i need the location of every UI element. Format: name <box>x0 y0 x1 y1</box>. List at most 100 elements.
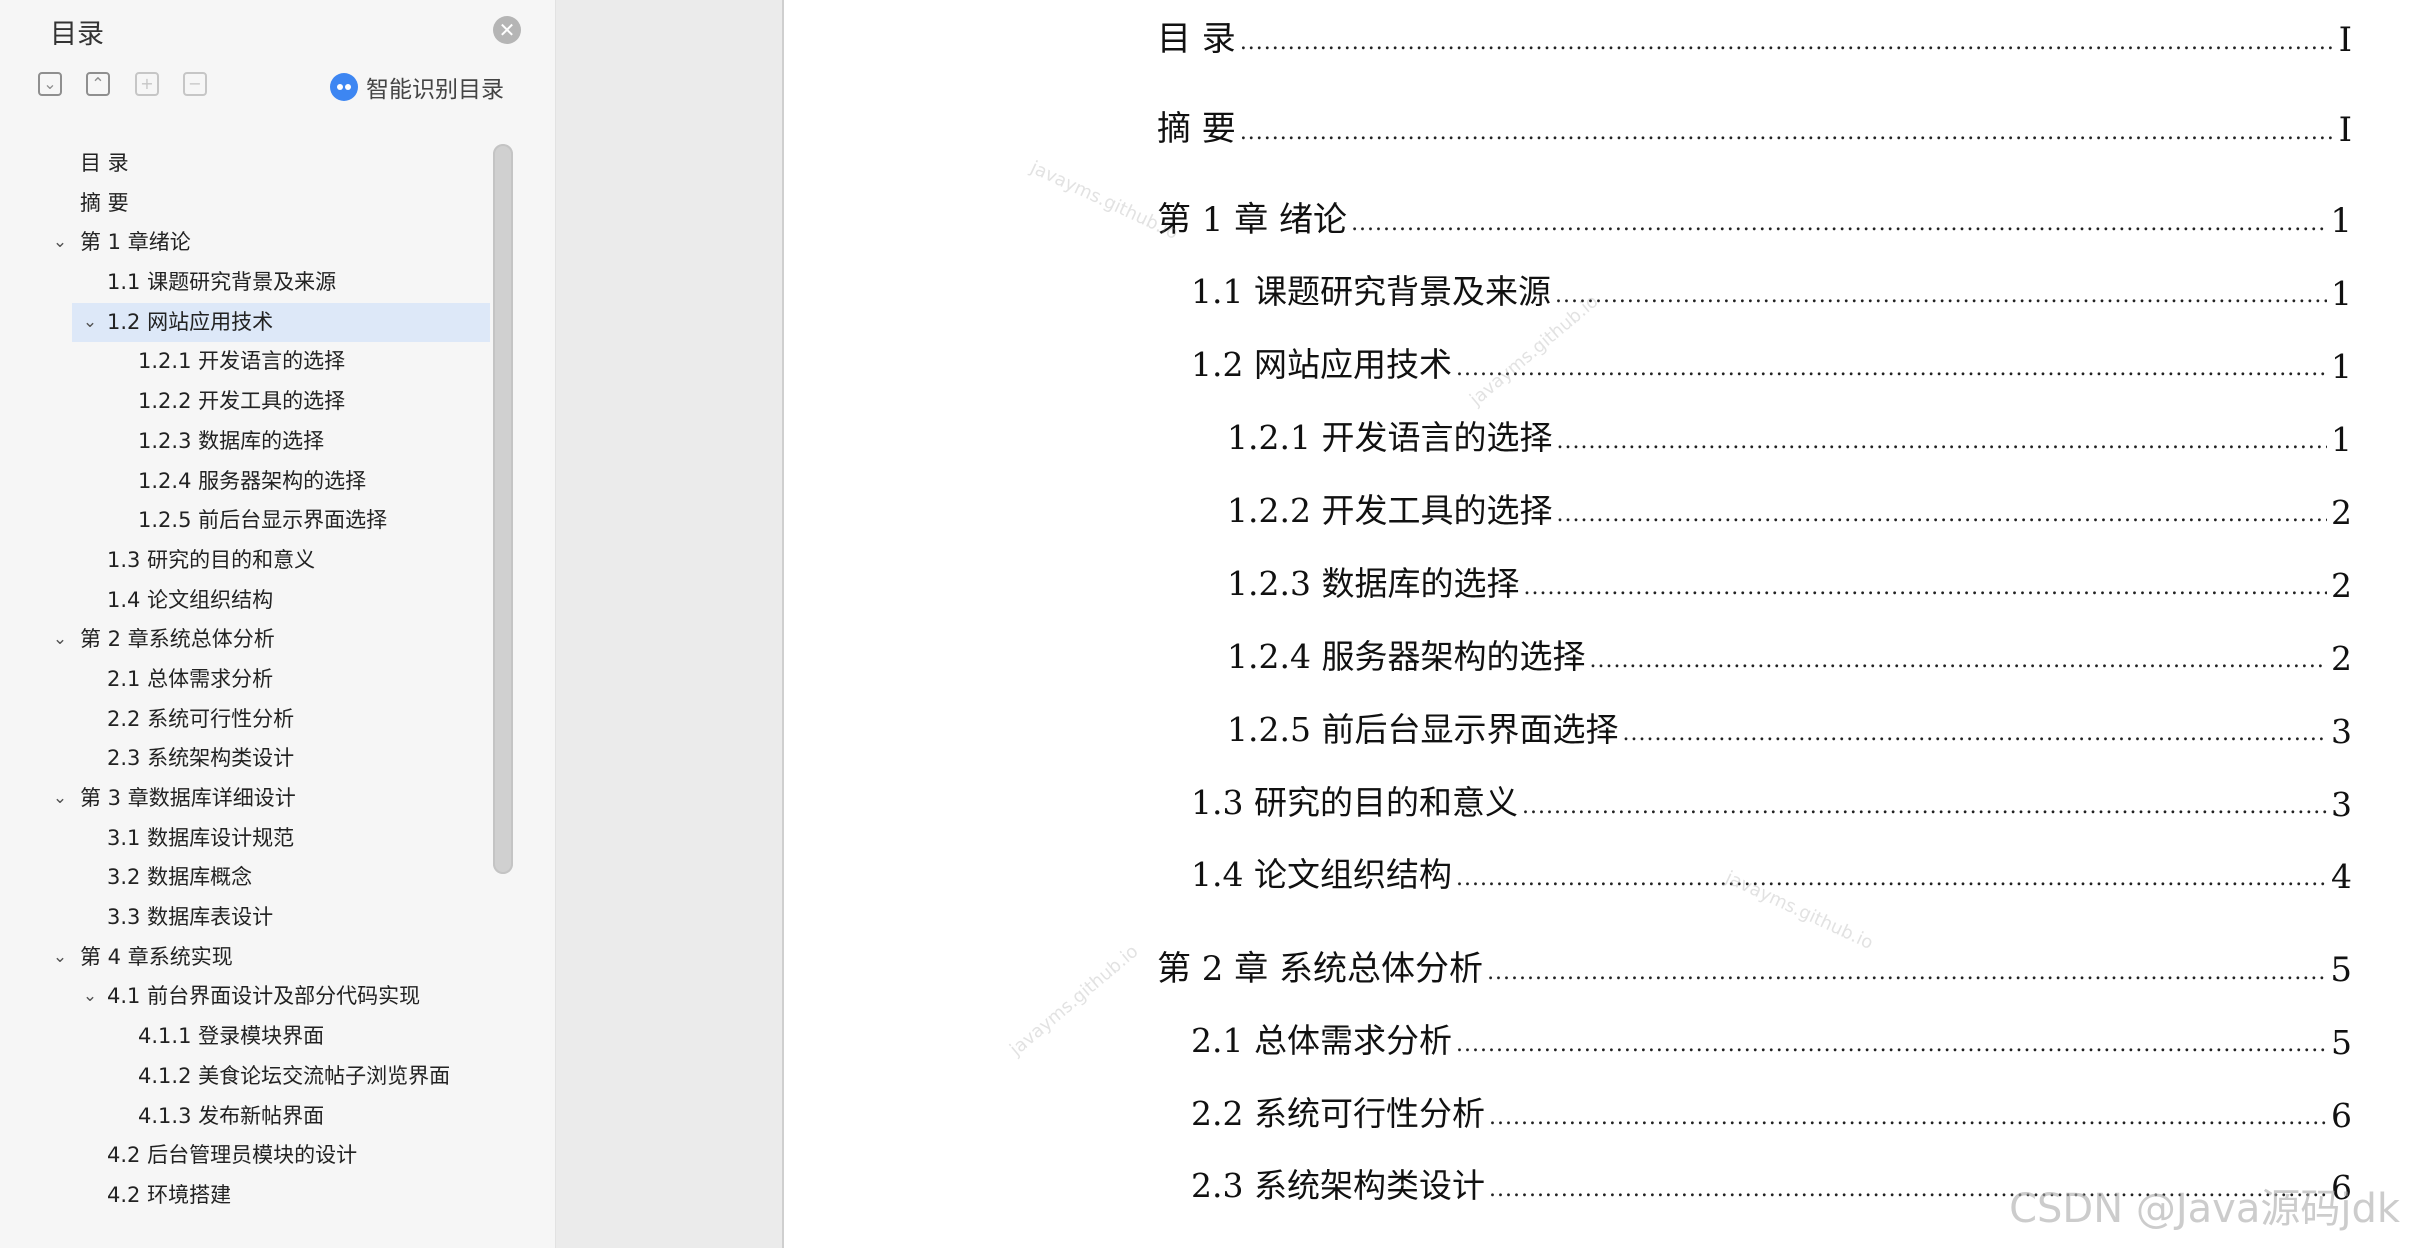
toc-entry-page: 2 <box>2331 493 2352 532</box>
toc-tree-item[interactable]: 3.3 数据库表设计 <box>0 898 500 938</box>
toc-entry: 1.2.4 服务器架构的选择..........................… <box>1227 630 2352 678</box>
toc-tree-item[interactable]: ⌄ 4.1 前台界面设计及部分代码实现 <box>0 977 500 1017</box>
chevron-down-icon[interactable]: ⌄ <box>50 779 70 819</box>
toc-entry-title: 2.2 系统可行性分析 <box>1191 1094 1485 1133</box>
collapse-all-icon[interactable]: ⌃ <box>86 72 110 96</box>
toc-item-label: 4.2 环境搭建 <box>107 1182 232 1207</box>
toc-item-label: 4.1.3 发布新帖界面 <box>138 1103 325 1128</box>
add-item-icon[interactable]: + <box>135 72 159 96</box>
toc-entry: 1.2.5 前后台显示界面选择.........................… <box>1227 703 2352 751</box>
toc-item-label: 4.1.1 登录模块界面 <box>138 1024 325 1049</box>
toc-item-label: 4.1.2 美食论坛交流帖子浏览界面 <box>138 1063 451 1088</box>
toc-entry-title: 第 2 章 系统总体分析 <box>1157 949 1484 989</box>
toc-tree-item[interactable]: ⌄ 第 4 章系统实现 <box>0 938 500 978</box>
toc-tree-item[interactable]: 3.1 数据库设计规范 <box>0 819 500 859</box>
toc-entry-page: 4 <box>2331 857 2352 896</box>
toc-scrollbar-thumb[interactable] <box>493 144 513 874</box>
expand-all-icon[interactable]: ⌄ <box>38 72 62 96</box>
remove-item-icon[interactable]: − <box>183 72 207 96</box>
toc-entry-title: 1.4 论文组织结构 <box>1191 855 1452 894</box>
toc-tree-item[interactable]: 4.1.3 发布新帖界面 <box>0 1097 500 1137</box>
dot-leader: ........................................… <box>1554 285 2327 308</box>
toc-entry-page: 1 <box>2331 347 2352 386</box>
toc-entry: 1.2.1 开发语言的选择...........................… <box>1227 411 2352 459</box>
toc-tree-item[interactable]: 1.4 论文组织结构 <box>0 581 500 621</box>
toc-tree-item[interactable]: 1.2.3 数据库的选择 <box>0 422 500 462</box>
smart-toc-label: 智能识别目录 <box>366 77 504 103</box>
toc-entry: 第 1 章 绪论................................… <box>1157 193 2352 241</box>
toc-entry-page: 3 <box>2331 785 2352 824</box>
toc-item-label: 目 录 <box>80 151 129 175</box>
dot-leader: ........................................… <box>1239 32 2335 55</box>
toc-tree: 目 录摘 要 ⌄ 第 1 章绪论 1.1 课题研究背景及来源 ⌄ 1.2 网站应用技术 1.… <box>0 144 500 1216</box>
dot-leader: ........................................… <box>1589 650 2327 673</box>
toc-entry: 1.2 网站应用技术..............................… <box>1191 338 2352 386</box>
toc-tree-item[interactable]: 1.2.2 开发工具的选择 <box>0 382 500 422</box>
toc-entry-page: 1 <box>2331 420 2352 459</box>
toc-item-label: 4.2 后台管理员模块的设计 <box>107 1143 358 1168</box>
toc-item-label: 2.2 系统可行性分析 <box>107 706 295 731</box>
dot-leader: ........................................… <box>1487 962 2327 985</box>
dot-leader: ........................................… <box>1488 1107 2327 1130</box>
toc-panel-title: 目录 <box>50 19 104 50</box>
document-page: 目 录.....................................… <box>782 0 2420 1248</box>
toc-item-label: 1.2.4 服务器架构的选择 <box>138 468 367 493</box>
toc-tree-item[interactable]: 2.3 系统架构类设计 <box>0 739 500 779</box>
toc-entry: 目 录.....................................… <box>1157 12 2352 60</box>
toc-entry-page: 5 <box>2331 1023 2352 1062</box>
toc-tree-item[interactable]: 4.1.2 美食论坛交流帖子浏览界面 <box>0 1057 500 1097</box>
chevron-down-icon[interactable]: ⌄ <box>50 938 70 978</box>
toc-item-label: 3.3 数据库表设计 <box>107 905 274 930</box>
toc-tree-item[interactable]: 目 录 <box>0 144 500 184</box>
document-viewport[interactable]: 目 录.....................................… <box>556 0 2420 1248</box>
toc-item-label: 1.2.3 数据库的选择 <box>138 428 325 453</box>
toc-tree-item[interactable]: 1.2.4 服务器架构的选择 <box>0 462 500 502</box>
dot-leader: ........................................… <box>1521 796 2327 819</box>
dot-leader: ........................................… <box>1455 358 2327 381</box>
toc-tree-item[interactable]: 1.1 课题研究背景及来源 <box>0 263 500 303</box>
toc-tree-item[interactable]: ⌄ 第 3 章数据库详细设计 <box>0 779 500 819</box>
toc-item-label: 1.2 网站应用技术 <box>107 309 274 334</box>
toc-entry-page: I <box>2338 20 2352 60</box>
toc-tree-item[interactable]: 4.2 后台管理员模块的设计 <box>0 1136 500 1176</box>
chevron-down-icon[interactable]: ⌄ <box>80 977 100 1017</box>
chevron-down-icon[interactable]: ⌄ <box>80 303 100 343</box>
toc-tree-item[interactable]: 1.2.5 前后台显示界面选择 <box>0 501 500 541</box>
toc-entry: 2.1 总体需求分析..............................… <box>1191 1014 2352 1062</box>
toc-tree-item[interactable]: 摘 要 <box>0 184 500 224</box>
csdn-watermark: CSDN @Java源码jdk <box>2009 1186 2400 1232</box>
dot-leader: ........................................… <box>1239 122 2335 145</box>
toc-entry-title: 摘 要 <box>1157 109 1236 149</box>
toc-entry-page: 5 <box>2330 950 2352 990</box>
close-icon[interactable]: ✕ <box>493 16 521 44</box>
dot-leader: ........................................… <box>1351 213 2327 236</box>
smart-toc-button[interactable]: 智能识别目录 <box>330 70 504 104</box>
toc-item-label: 3.2 数据库概念 <box>107 865 253 890</box>
toc-entry-title: 目 录 <box>1157 19 1236 59</box>
toc-tree-item[interactable]: ⌄ 第 1 章绪论 <box>0 223 500 263</box>
watermark-text: javayms.github.io <box>1006 940 1143 1061</box>
toc-entry: 第 2 章 系统总体分析............................… <box>1157 942 2352 990</box>
dot-leader: ........................................… <box>1455 868 2327 891</box>
toc-tree-item[interactable]: 3.2 数据库概念 <box>0 858 500 898</box>
chevron-down-icon[interactable]: ⌄ <box>50 223 70 263</box>
toc-tree-item[interactable]: 2.2 系统可行性分析 <box>0 700 500 740</box>
toc-entry: 1.2.3 数据库的选择............................… <box>1227 557 2352 605</box>
toc-tree-item[interactable]: ⌄ 第 2 章系统总体分析 <box>0 620 500 660</box>
toc-tree-item[interactable]: 1.2.1 开发语言的选择 <box>0 342 500 382</box>
dot-leader: ........................................… <box>1622 723 2327 746</box>
dot-leader: ........................................… <box>1523 577 2327 600</box>
toc-entry-title: 2.3 系统架构类设计 <box>1191 1166 1485 1205</box>
chevron-down-icon[interactable]: ⌄ <box>50 620 70 660</box>
toc-entry-page: 2 <box>2331 566 2352 605</box>
toc-tree-item[interactable]: 4.2 环境搭建 <box>0 1176 500 1216</box>
toc-tree-item[interactable]: 1.3 研究的目的和意义 <box>0 541 500 581</box>
toc-entry-page: 2 <box>2331 639 2352 678</box>
toc-entry-page: 1 <box>2330 201 2352 241</box>
toc-tree-item[interactable]: ⌄ 1.2 网站应用技术 <box>72 302 490 343</box>
toc-panel: 目录 ✕ ⌄ ⌃ + − 智能识别目录 目 录摘 要 ⌄ 第 1 章绪论 1.1 课题… <box>0 0 556 1248</box>
toc-item-label: 1.3 研究的目的和意义 <box>107 547 316 572</box>
dot-leader: ........................................… <box>1556 504 2327 527</box>
toc-tree-item[interactable]: 2.1 总体需求分析 <box>0 660 500 700</box>
toc-tree-item[interactable]: 4.1.1 登录模块界面 <box>0 1017 500 1057</box>
